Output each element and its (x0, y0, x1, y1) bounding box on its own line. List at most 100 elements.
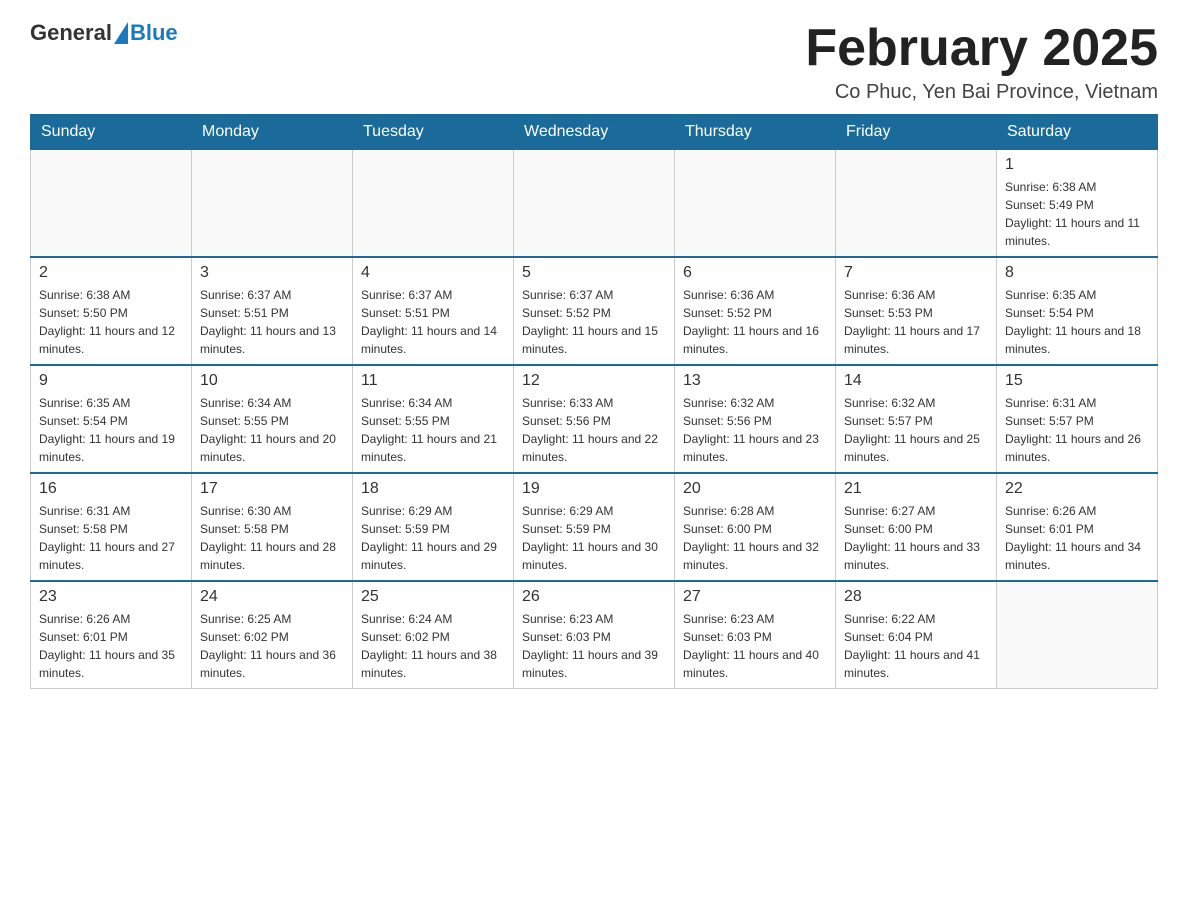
calendar-week-row: 1 Sunrise: 6:38 AMSunset: 5:49 PMDaylight… (31, 150, 1158, 258)
calendar-cell: 4 Sunrise: 6:37 AMSunset: 5:51 PMDaylight… (353, 257, 514, 365)
day-number: 8 (1005, 264, 1149, 282)
day-info: Sunrise: 6:36 AMSunset: 5:53 PMDaylight:… (844, 286, 988, 358)
day-info: Sunrise: 6:30 AMSunset: 5:58 PMDaylight:… (200, 502, 344, 574)
day-info: Sunrise: 6:26 AMSunset: 6:01 PMDaylight:… (1005, 502, 1149, 574)
day-number: 1 (1005, 156, 1149, 174)
day-number: 13 (683, 372, 827, 390)
day-number: 2 (39, 264, 183, 282)
day-info: Sunrise: 6:23 AMSunset: 6:03 PMDaylight:… (522, 610, 666, 682)
day-number: 9 (39, 372, 183, 390)
day-info: Sunrise: 6:32 AMSunset: 5:57 PMDaylight:… (844, 394, 988, 466)
day-info: Sunrise: 6:35 AMSunset: 5:54 PMDaylight:… (39, 394, 183, 466)
calendar-week-row: 2 Sunrise: 6:38 AMSunset: 5:50 PMDaylight… (31, 257, 1158, 365)
calendar-day-header: Saturday (997, 115, 1158, 150)
day-info: Sunrise: 6:38 AMSunset: 5:50 PMDaylight:… (39, 286, 183, 358)
calendar-cell: 2 Sunrise: 6:38 AMSunset: 5:50 PMDaylight… (31, 257, 192, 365)
location-text: Co Phuc, Yen Bai Province, Vietnam (805, 81, 1158, 104)
day-info: Sunrise: 6:33 AMSunset: 5:56 PMDaylight:… (522, 394, 666, 466)
calendar-cell: 28 Sunrise: 6:22 AMSunset: 6:04 PMDayligh… (836, 581, 997, 689)
calendar-cell: 25 Sunrise: 6:24 AMSunset: 6:02 PMDayligh… (353, 581, 514, 689)
day-info: Sunrise: 6:32 AMSunset: 5:56 PMDaylight:… (683, 394, 827, 466)
calendar-cell: 16 Sunrise: 6:31 AMSunset: 5:58 PMDayligh… (31, 473, 192, 581)
calendar-cell: 6 Sunrise: 6:36 AMSunset: 5:52 PMDaylight… (675, 257, 836, 365)
calendar-cell: 14 Sunrise: 6:32 AMSunset: 5:57 PMDayligh… (836, 365, 997, 473)
day-number: 5 (522, 264, 666, 282)
calendar-cell: 27Sunrise: 6:23 AMSunset: 6:03 PMDayligh… (675, 581, 836, 689)
day-number: 18 (361, 480, 505, 498)
day-info: Sunrise: 6:26 AMSunset: 6:01 PMDaylight:… (39, 610, 183, 682)
day-info: Sunrise: 6:34 AMSunset: 5:55 PMDaylight:… (361, 394, 505, 466)
calendar-day-header: Friday (836, 115, 997, 150)
day-info: Sunrise: 6:35 AMSunset: 5:54 PMDaylight:… (1005, 286, 1149, 358)
day-info: Sunrise: 6:34 AMSunset: 5:55 PMDaylight:… (200, 394, 344, 466)
day-number: 4 (361, 264, 505, 282)
day-number: 12 (522, 372, 666, 390)
day-info: Sunrise: 6:36 AMSunset: 5:52 PMDaylight:… (683, 286, 827, 358)
day-info: Sunrise: 6:37 AMSunset: 5:52 PMDaylight:… (522, 286, 666, 358)
calendar-cell: 11 Sunrise: 6:34 AMSunset: 5:55 PMDayligh… (353, 365, 514, 473)
day-number: 16 (39, 480, 183, 498)
calendar-cell (353, 150, 514, 258)
logo-text: General Blue (30, 20, 178, 46)
day-info: Sunrise: 6:37 AMSunset: 5:51 PMDaylight:… (200, 286, 344, 358)
calendar-week-row: 23Sunrise: 6:26 AMSunset: 6:01 PMDayligh… (31, 581, 1158, 689)
calendar-cell: 26 Sunrise: 6:23 AMSunset: 6:03 PMDayligh… (514, 581, 675, 689)
calendar-cell: 12 Sunrise: 6:33 AMSunset: 5:56 PMDayligh… (514, 365, 675, 473)
day-number: 14 (844, 372, 988, 390)
calendar-cell: 9 Sunrise: 6:35 AMSunset: 5:54 PMDaylight… (31, 365, 192, 473)
day-info: Sunrise: 6:31 AMSunset: 5:57 PMDaylight:… (1005, 394, 1149, 466)
calendar-cell: 1 Sunrise: 6:38 AMSunset: 5:49 PMDaylight… (997, 150, 1158, 258)
day-info: Sunrise: 6:27 AMSunset: 6:00 PMDaylight:… (844, 502, 988, 574)
calendar-cell: 15 Sunrise: 6:31 AMSunset: 5:57 PMDayligh… (997, 365, 1158, 473)
calendar-cell (514, 150, 675, 258)
day-number: 26 (522, 588, 666, 606)
calendar-cell: 10 Sunrise: 6:34 AMSunset: 5:55 PMDayligh… (192, 365, 353, 473)
calendar-day-header: Sunday (31, 115, 192, 150)
calendar-cell (836, 150, 997, 258)
day-number: 3 (200, 264, 344, 282)
title-area: February 2025 Co Phuc, Yen Bai Province,… (805, 20, 1158, 104)
logo-blue-part: Blue (112, 20, 178, 46)
logo-general-text: General (30, 20, 112, 46)
calendar-header-row: SundayMondayTuesdayWednesdayThursdayFrid… (31, 115, 1158, 150)
calendar-week-row: 16 Sunrise: 6:31 AMSunset: 5:58 PMDayligh… (31, 473, 1158, 581)
day-info: Sunrise: 6:37 AMSunset: 5:51 PMDaylight:… (361, 286, 505, 358)
day-info: Sunrise: 6:22 AMSunset: 6:04 PMDaylight:… (844, 610, 988, 682)
page-header: General Blue February 2025 Co Phuc, Yen … (30, 20, 1158, 104)
month-title: February 2025 (805, 20, 1158, 77)
calendar-cell: 20 Sunrise: 6:28 AMSunset: 6:00 PMDayligh… (675, 473, 836, 581)
day-info: Sunrise: 6:24 AMSunset: 6:02 PMDaylight:… (361, 610, 505, 682)
day-info: Sunrise: 6:28 AMSunset: 6:00 PMDaylight:… (683, 502, 827, 574)
calendar-cell (997, 581, 1158, 689)
day-number: 17 (200, 480, 344, 498)
day-info: Sunrise: 6:29 AMSunset: 5:59 PMDaylight:… (522, 502, 666, 574)
calendar-week-row: 9 Sunrise: 6:35 AMSunset: 5:54 PMDaylight… (31, 365, 1158, 473)
day-number: 21 (844, 480, 988, 498)
calendar-cell (192, 150, 353, 258)
calendar-cell: 8 Sunrise: 6:35 AMSunset: 5:54 PMDaylight… (997, 257, 1158, 365)
day-info: Sunrise: 6:31 AMSunset: 5:58 PMDaylight:… (39, 502, 183, 574)
calendar-cell (675, 150, 836, 258)
day-number: 20 (683, 480, 827, 498)
day-number: 15 (1005, 372, 1149, 390)
day-info: Sunrise: 6:38 AMSunset: 5:49 PMDaylight:… (1005, 178, 1149, 250)
day-info: Sunrise: 6:29 AMSunset: 5:59 PMDaylight:… (361, 502, 505, 574)
day-number: 10 (200, 372, 344, 390)
day-number: 11 (361, 372, 505, 390)
calendar-day-header: Thursday (675, 115, 836, 150)
logo-triangle-icon (114, 22, 128, 44)
day-number: 19 (522, 480, 666, 498)
calendar-cell: 23Sunrise: 6:26 AMSunset: 6:01 PMDayligh… (31, 581, 192, 689)
calendar-cell: 21 Sunrise: 6:27 AMSunset: 6:00 PMDayligh… (836, 473, 997, 581)
day-number: 7 (844, 264, 988, 282)
calendar-cell: 3 Sunrise: 6:37 AMSunset: 5:51 PMDaylight… (192, 257, 353, 365)
day-info: Sunrise: 6:23 AMSunset: 6:03 PMDaylight:… (683, 610, 827, 682)
day-number: 28 (844, 588, 988, 606)
logo: General Blue (30, 20, 178, 46)
calendar-cell: 17 Sunrise: 6:30 AMSunset: 5:58 PMDayligh… (192, 473, 353, 581)
calendar-cell: 7 Sunrise: 6:36 AMSunset: 5:53 PMDaylight… (836, 257, 997, 365)
day-number: 6 (683, 264, 827, 282)
calendar-table: SundayMondayTuesdayWednesdayThursdayFrid… (30, 114, 1158, 689)
day-info: Sunrise: 6:25 AMSunset: 6:02 PMDaylight:… (200, 610, 344, 682)
day-number: 25 (361, 588, 505, 606)
